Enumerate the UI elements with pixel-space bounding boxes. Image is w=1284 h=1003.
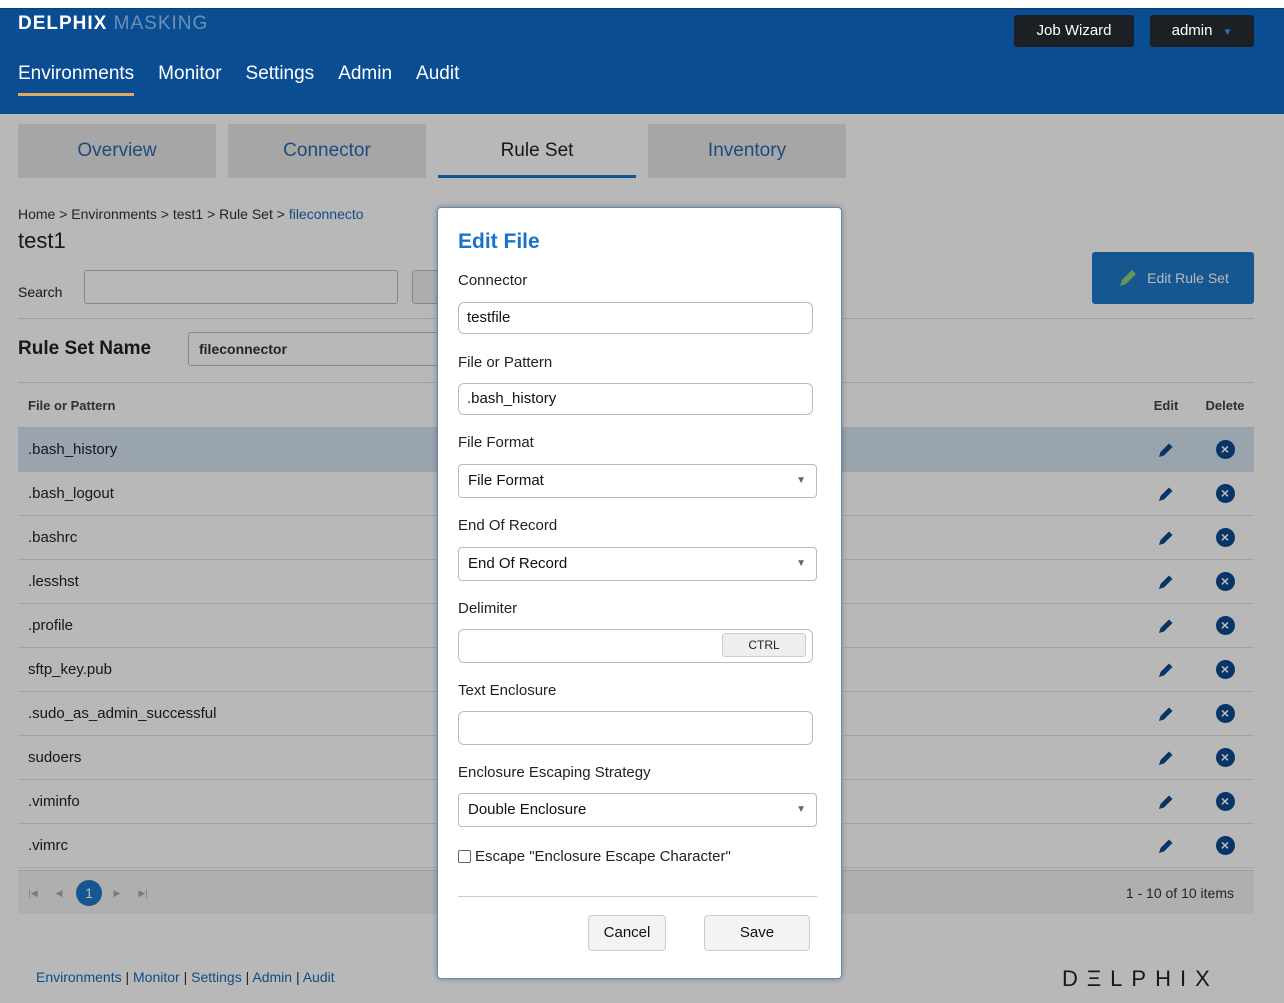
- app-header: DELPHIX MASKING Job Wizard admin ▼ Enviro…: [0, 8, 1284, 114]
- chevron-down-icon: ▼: [796, 558, 806, 569]
- file-pattern-label: File or Pattern: [458, 354, 553, 371]
- delimiter-field[interactable]: CTRL: [458, 629, 813, 663]
- nav-admin[interactable]: Admin: [338, 63, 392, 96]
- nav-audit[interactable]: Audit: [416, 63, 459, 96]
- escaping-strategy-label: Enclosure Escaping Strategy: [458, 764, 651, 781]
- user-menu-button[interactable]: admin ▼: [1150, 15, 1254, 47]
- main-nav: Environments Monitor Settings Admin Audi…: [18, 63, 483, 96]
- file-pattern-field[interactable]: .bash_history: [458, 383, 813, 415]
- nav-settings[interactable]: Settings: [246, 63, 315, 96]
- connector-label: Connector: [458, 272, 528, 289]
- connector-field[interactable]: testfile: [458, 302, 813, 334]
- nav-environments[interactable]: Environments: [18, 63, 135, 96]
- escaping-strategy-select[interactable]: Double Enclosure ▼: [458, 793, 817, 827]
- chevron-down-icon: ▼: [796, 804, 806, 815]
- edit-file-dialog: Edit File Connector testfile File or Pat…: [437, 207, 842, 979]
- user-name: admin: [1171, 22, 1213, 39]
- dialog-title: Edit File: [458, 230, 540, 253]
- delphix-masking-logo[interactable]: DELPHIX MASKING: [18, 13, 208, 35]
- file-format-label: File Format: [458, 434, 534, 451]
- escape-character-option[interactable]: Escape "Enclosure Escape Character": [458, 848, 731, 865]
- chevron-down-icon: ▼: [1222, 27, 1233, 38]
- end-of-record-select[interactable]: End Of Record ▼: [458, 547, 817, 581]
- cancel-button[interactable]: Cancel: [588, 915, 666, 951]
- end-of-record-label: End Of Record: [458, 517, 558, 534]
- save-button[interactable]: Save: [704, 915, 810, 951]
- escaping-strategy-value: Double Enclosure: [468, 801, 587, 818]
- delimiter-label: Delimiter: [458, 600, 518, 617]
- divider: [458, 896, 817, 897]
- text-enclosure-field[interactable]: [458, 711, 813, 745]
- ctrl-button[interactable]: CTRL: [722, 633, 806, 657]
- job-wizard-button[interactable]: Job Wizard: [1014, 15, 1134, 47]
- file-format-value: File Format: [468, 472, 544, 489]
- end-of-record-value: End Of Record: [468, 555, 568, 572]
- escape-character-label: Escape "Enclosure Escape Character": [475, 848, 731, 865]
- nav-monitor[interactable]: Monitor: [158, 63, 221, 96]
- escape-character-checkbox[interactable]: [458, 850, 471, 863]
- text-enclosure-label: Text Enclosure: [458, 682, 557, 699]
- chevron-down-icon: ▼: [796, 475, 806, 486]
- file-format-select[interactable]: File Format ▼: [458, 464, 817, 498]
